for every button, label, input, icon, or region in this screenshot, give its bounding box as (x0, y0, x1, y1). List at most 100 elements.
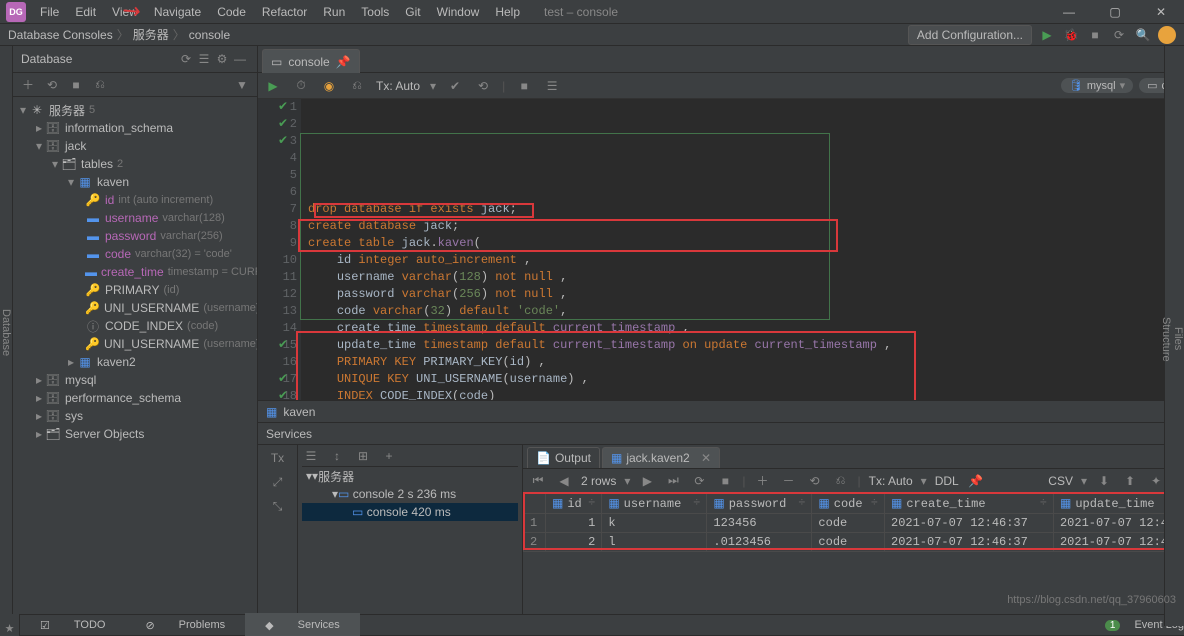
menu-window[interactable]: Window (429, 1, 488, 23)
server-node[interactable]: 服务器 (49, 102, 85, 119)
menu-file[interactable]: File (32, 1, 67, 23)
db-tree[interactable]: ▾✳服务器5 ▸🗄information_schema ▾🗄jack ▾🗂tab… (13, 97, 257, 447)
explain-icon[interactable]: ◉ (320, 77, 338, 95)
add-icon[interactable]: ＋ (19, 76, 37, 94)
svc-collapse-icon[interactable]: ⤡ (269, 497, 287, 515)
server-objects[interactable]: Server Objects (65, 427, 144, 441)
download-icon[interactable]: ⬇ (1095, 472, 1113, 490)
svc-expand-icon[interactable]: ⤢ (269, 473, 287, 491)
dialect-pill[interactable]: 🛢mysql▾ (1061, 78, 1133, 93)
key-code-index[interactable]: CODE_INDEX (105, 319, 183, 333)
menu-navigate[interactable]: Navigate (146, 1, 209, 23)
commit-icon[interactable]: ⎌ (348, 77, 366, 95)
stop-query-icon[interactable]: ■ (716, 472, 734, 490)
schema-perf[interactable]: performance_schema (65, 391, 181, 405)
table-kaven[interactable]: kaven (97, 175, 129, 189)
schema-information[interactable]: information_schema (65, 121, 173, 135)
key-primary[interactable]: PRIMARY (105, 283, 159, 297)
result-grid[interactable]: ▦id÷▦username÷▦password÷▦code÷▦create_ti… (523, 493, 1184, 614)
menu-git[interactable]: Git (397, 1, 428, 23)
sync-icon[interactable]: ⟲ (43, 76, 61, 94)
favorites-gutter[interactable]: ★ (0, 614, 20, 636)
key-uni-username[interactable]: UNI_USERNAME (104, 301, 199, 315)
pin-result-icon[interactable]: 📌 (967, 472, 985, 490)
menu-code[interactable]: Code (209, 1, 254, 23)
menu-help[interactable]: Help (487, 1, 528, 23)
tab-output[interactable]: 📄Output (527, 447, 600, 468)
tab-result[interactable]: ▦jack.kaven2 ✕ (602, 447, 720, 468)
history-icon[interactable]: ⏱ (292, 77, 310, 95)
left-gutter-database[interactable]: Database (0, 46, 13, 614)
prev-page-icon[interactable]: ◀ (555, 472, 573, 490)
revert-icon[interactable]: ⟲ (806, 472, 824, 490)
run-icon[interactable]: ▶ (1038, 26, 1056, 44)
upload-icon[interactable]: ⬆ (1121, 472, 1139, 490)
reload-icon[interactable]: ⟳ (690, 472, 708, 490)
menu-run[interactable]: Run (315, 1, 353, 23)
schema-jack[interactable]: jack (65, 139, 86, 153)
refresh-icon[interactable]: ⟳ (177, 50, 195, 68)
tx-mode-result[interactable]: Tx: Auto (869, 474, 913, 488)
tab-todo[interactable]: ☑TODO (20, 613, 125, 636)
code-body[interactable]: drop database if exists jack;create data… (302, 99, 1183, 400)
stop-icon[interactable]: ■ (67, 76, 85, 94)
svc-group-icon[interactable]: ⊞ (354, 447, 372, 465)
schema-mysql[interactable]: mysql (65, 373, 96, 387)
svc-tx-icon[interactable]: Tx (269, 449, 287, 467)
breadcrumb-console[interactable]: console (189, 28, 230, 42)
tab-problems[interactable]: ⊘Problems (125, 613, 245, 636)
menu-refactor[interactable]: Refactor (254, 1, 315, 23)
filter-icon[interactable]: ☰ (195, 50, 213, 68)
tx-icon[interactable]: ⎌ (91, 76, 109, 94)
right-gutter-files[interactable]: Files (1172, 52, 1184, 626)
col-password[interactable]: password (105, 229, 156, 243)
first-page-icon[interactable]: ⏮ (529, 472, 547, 490)
col-create-time[interactable]: create_time (101, 265, 164, 279)
next-page-icon[interactable]: ▶ (638, 472, 656, 490)
funnel-icon[interactable]: ▼ (233, 76, 251, 94)
export-csv[interactable]: CSV (1048, 474, 1073, 488)
tx-mode[interactable]: Tx: Auto (376, 79, 420, 93)
cancel-icon[interactable]: ■ (515, 77, 533, 95)
breadcrumb-root[interactable]: Database Consoles (8, 28, 113, 42)
maximize-button[interactable]: ▢ (1092, 0, 1138, 24)
col-username[interactable]: username (105, 211, 158, 225)
col-id[interactable]: id (105, 193, 114, 207)
svc-console-2[interactable]: console (367, 505, 408, 519)
menu-tools[interactable]: Tools (353, 1, 397, 23)
commit-row-icon[interactable]: ⎌ (832, 472, 850, 490)
add-row-icon[interactable]: ＋ (754, 472, 772, 490)
close-button[interactable]: ✕ (1138, 0, 1184, 24)
svc-server[interactable]: 服务器 (318, 468, 354, 485)
svc-add-icon[interactable]: + (380, 447, 398, 465)
main-menu[interactable]: File Edit View Navigate Code Refactor Ru… (32, 1, 528, 23)
editor-tab-console[interactable]: ▭ console 📌 (262, 49, 360, 73)
right-gutter[interactable]: Files Structure (1164, 46, 1184, 626)
search-icon[interactable]: 🔍 (1134, 26, 1152, 44)
breadcrumb-server[interactable]: 服务器 (133, 26, 169, 43)
menu-edit[interactable]: Edit (67, 1, 104, 23)
gear-icon[interactable]: ⚙ (213, 50, 231, 68)
hide-panel-icon[interactable]: — (231, 50, 249, 68)
tables-node[interactable]: tables (81, 157, 113, 171)
last-page-icon[interactable]: ⏭ (664, 472, 682, 490)
svc-console-1[interactable]: console (353, 487, 394, 501)
key-uni-username-2[interactable]: UNI_USERNAME (104, 337, 199, 351)
ddl-button[interactable]: DDL (935, 474, 959, 488)
settings2-icon[interactable]: ☰ (543, 77, 561, 95)
tab-services[interactable]: ◆Services (245, 613, 360, 636)
close-tab-icon[interactable]: ✕ (701, 451, 711, 465)
col-code[interactable]: code (105, 247, 131, 261)
check-icon[interactable]: ✔ (446, 77, 464, 95)
status-context[interactable]: kaven (283, 405, 315, 419)
row-count[interactable]: 2 rows (581, 474, 616, 488)
stop-icon[interactable]: ■ (1086, 26, 1104, 44)
svc-sort-icon[interactable]: ↕ (328, 447, 346, 465)
git-update-icon[interactable]: ⟳ (1110, 26, 1128, 44)
schema-sys[interactable]: sys (65, 409, 83, 423)
add-configuration-button[interactable]: Add Configuration... (908, 25, 1032, 45)
right-gutter-structure[interactable]: Structure (1160, 52, 1172, 626)
user-avatar[interactable] (1158, 26, 1176, 44)
pin-icon[interactable]: 📌 (336, 55, 351, 69)
svc-filter-icon[interactable]: ☰ (302, 447, 320, 465)
